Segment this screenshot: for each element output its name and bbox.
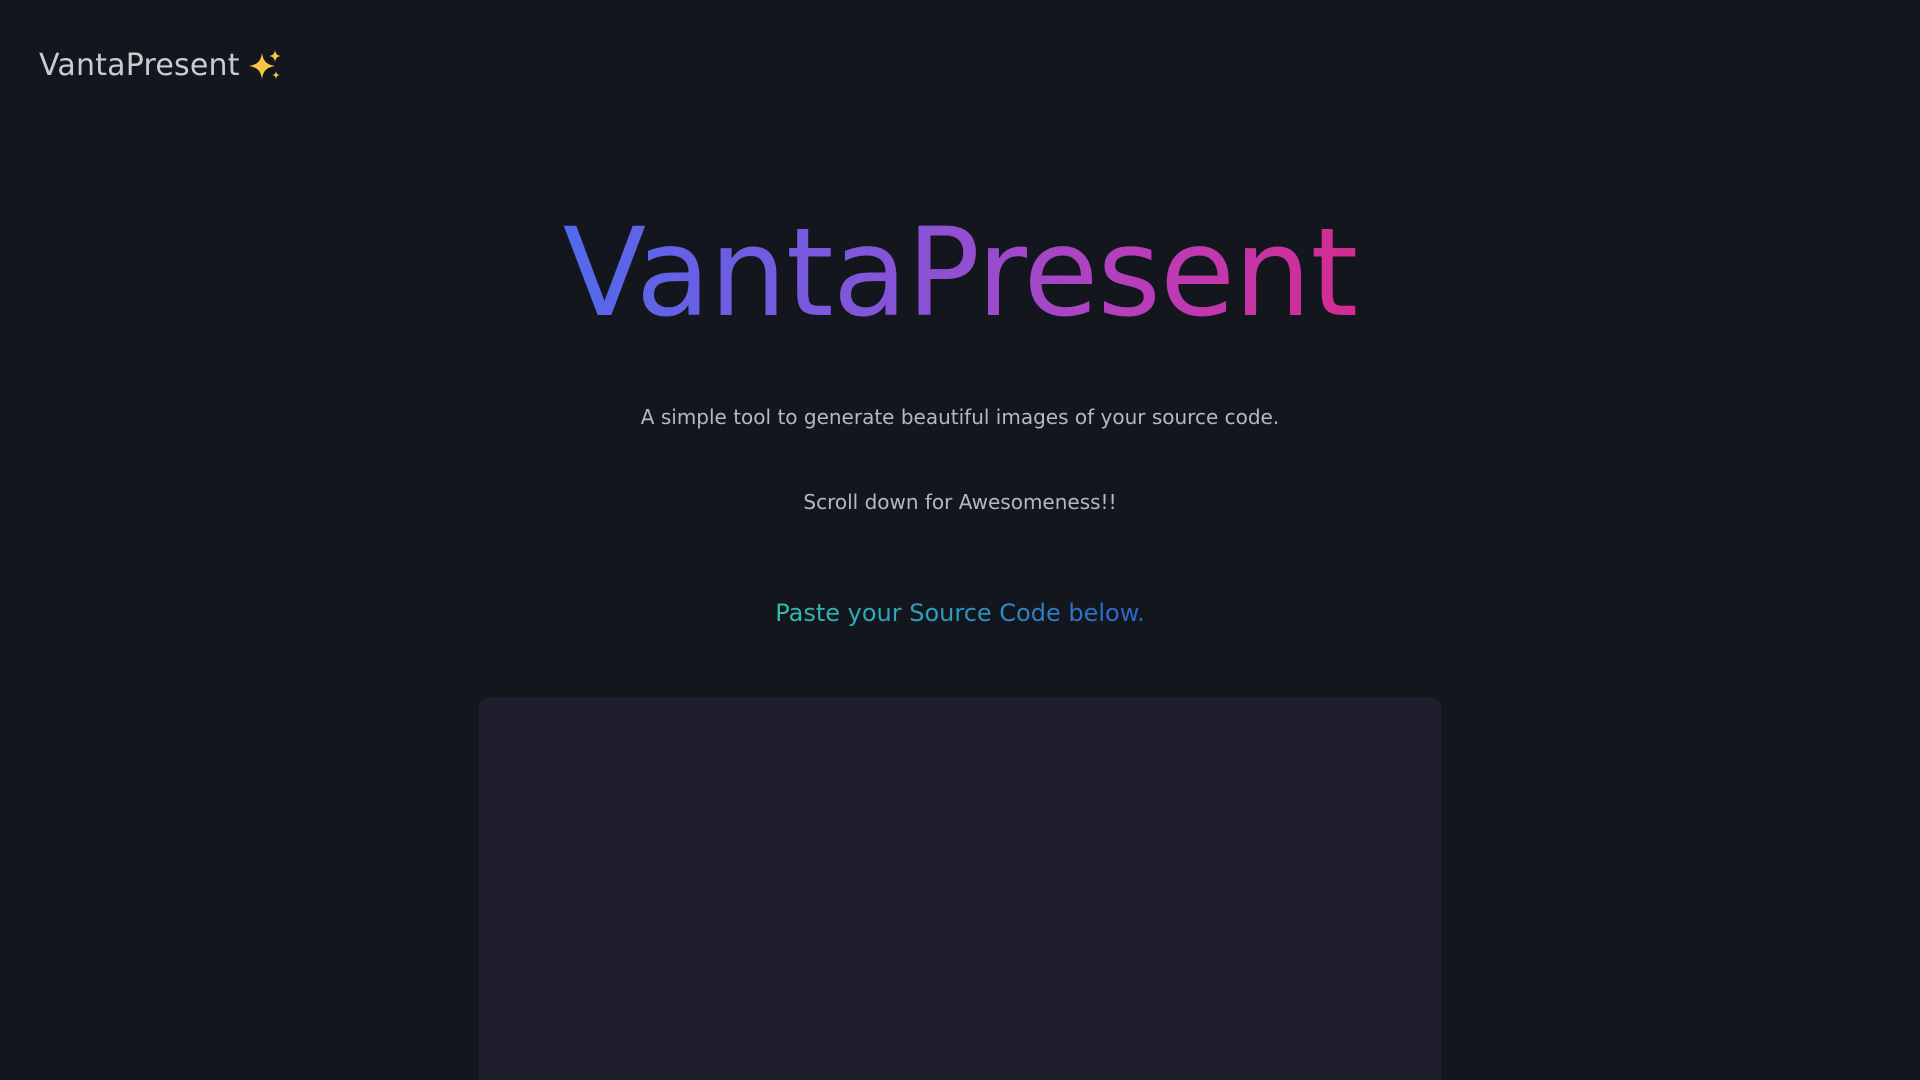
scroll-hint: Scroll down for Awesomeness!!: [803, 490, 1117, 514]
hero-title-text: VantaPresent: [563, 198, 1358, 348]
brand-label: VantaPresent: [39, 48, 240, 83]
sparkles-icon: [247, 48, 283, 84]
paste-source-prompt-text: Paste your Source Code below.: [775, 596, 1145, 630]
source-code-editor[interactable]: [479, 697, 1441, 1080]
hero-subtitle: A simple tool to generate beautiful imag…: [640, 405, 1280, 429]
brand-link[interactable]: VantaPresent: [39, 44, 283, 88]
page: VantaPresent VantaPresent A simple tool …: [0, 0, 1920, 1080]
hero-title: VantaPresent: [0, 198, 1920, 348]
paste-source-prompt: Paste your Source Code below.: [0, 596, 1920, 630]
